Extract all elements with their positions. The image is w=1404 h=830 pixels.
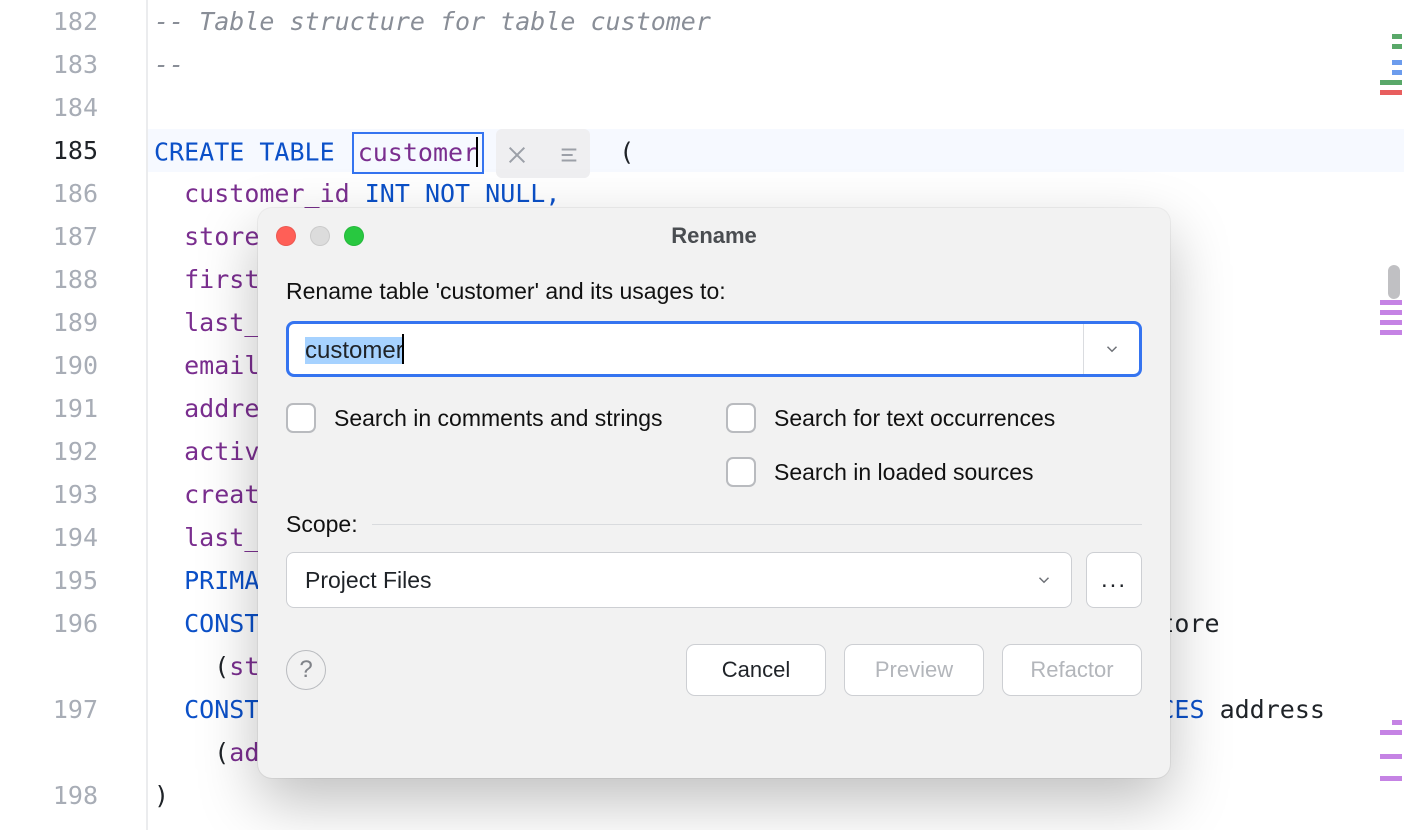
dialog-title: Rename	[258, 208, 1170, 264]
chevron-down-icon	[1035, 571, 1053, 589]
rename-dialog: Rename Rename table 'customer' and its u…	[258, 208, 1170, 778]
checkbox-icon	[726, 403, 756, 433]
rename-input[interactable]: customer	[289, 324, 1083, 374]
refactor-button[interactable]: Refactor	[1002, 644, 1142, 696]
scope-section-label: Scope:	[286, 511, 1142, 538]
preview-button[interactable]: Preview	[844, 644, 984, 696]
checkbox-search-comments[interactable]: Search in comments and strings	[286, 403, 702, 433]
scope-edit-button[interactable]: ...	[1086, 552, 1142, 608]
dialog-titlebar[interactable]: Rename	[258, 208, 1170, 264]
chevron-down-icon	[1103, 340, 1121, 358]
checkbox-label: Search in loaded sources	[774, 459, 1034, 486]
checkbox-icon	[726, 457, 756, 487]
rename-prompt: Rename table 'customer' and its usages t…	[286, 278, 1142, 305]
window-controls[interactable]	[276, 226, 364, 246]
line-number-gutter: 1821831841851861871881891901911921931941…	[0, 0, 148, 830]
ellipsis-icon: ...	[1101, 566, 1127, 594]
help-icon: ?	[299, 656, 312, 684]
rename-input-combo[interactable]: customer	[286, 321, 1142, 377]
zoom-icon[interactable]	[344, 226, 364, 246]
checkbox-label: Search in comments and strings	[334, 405, 663, 432]
rename-history-dropdown[interactable]	[1083, 324, 1139, 374]
help-button[interactable]: ?	[286, 650, 326, 690]
checkbox-label: Search for text occurrences	[774, 405, 1055, 432]
scope-value: Project Files	[305, 567, 432, 594]
checkbox-search-loaded[interactable]: Search in loaded sources	[726, 457, 1142, 487]
minimize-icon[interactable]	[310, 226, 330, 246]
checkbox-search-text[interactable]: Search for text occurrences	[726, 403, 1142, 433]
checkbox-icon	[286, 403, 316, 433]
minimap[interactable]	[1376, 0, 1404, 830]
cancel-button[interactable]: Cancel	[686, 644, 826, 696]
close-icon[interactable]	[276, 226, 296, 246]
scope-select[interactable]: Project Files	[286, 552, 1072, 608]
